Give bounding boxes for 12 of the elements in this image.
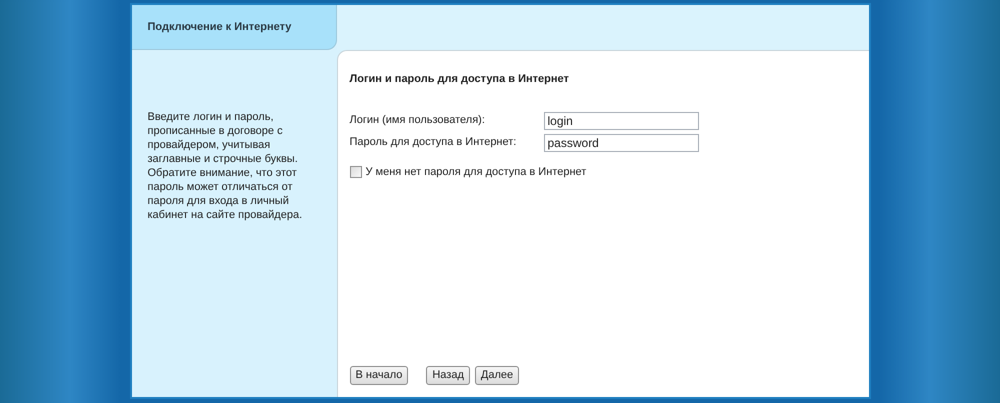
content-title: Логин и пароль для доступа в Интернет bbox=[350, 72, 569, 87]
nav-button[interactable]: Назад bbox=[426, 366, 470, 385]
field-label: Пароль для доступа в Интернет: bbox=[350, 135, 518, 150]
text-field[interactable]: password bbox=[544, 134, 698, 152]
instruction-text: Введите логин и пароль, прописанные в договоре с провайдером, учитывая заглавные и строчные буквы. Обратите внимание, что этот пароль может отличаться от пароля для входа в личный кабинет на сайте провайдера. bbox=[148, 110, 304, 222]
field-label: Логин (имя пользователя): bbox=[350, 113, 486, 128]
checkbox-label: У меня нет пароля для доступа в Интернет bbox=[366, 164, 586, 180]
text-field[interactable]: login bbox=[544, 112, 698, 130]
section-tab[interactable]: Подключение к Интернету bbox=[132, 5, 336, 50]
nav-button[interactable]: В начало bbox=[350, 366, 408, 385]
nav-button[interactable]: Далее bbox=[474, 366, 520, 385]
checkbox[interactable] bbox=[350, 166, 362, 178]
